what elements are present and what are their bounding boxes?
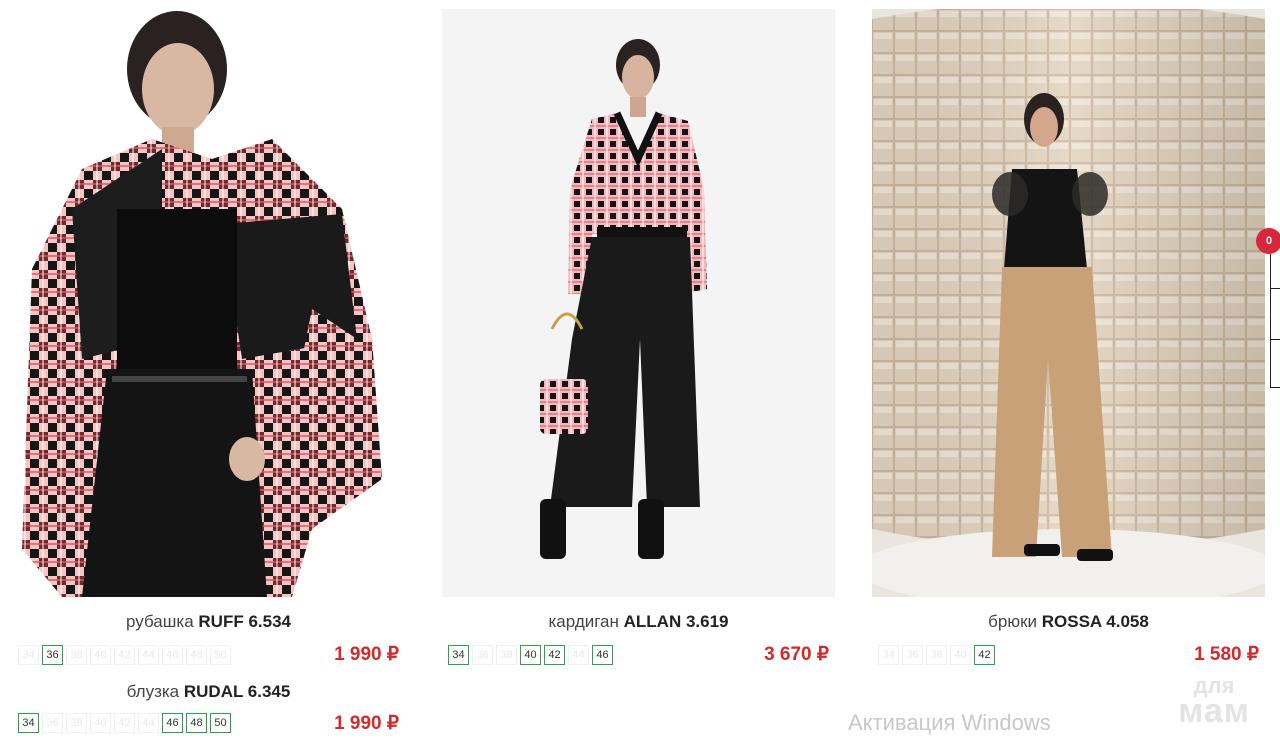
size-option-44[interactable]: 44	[568, 645, 589, 665]
product-name: ROSSA 4.058	[1041, 612, 1149, 631]
size-option-42[interactable]: 42	[114, 713, 135, 733]
size-option-34[interactable]: 34	[18, 713, 39, 733]
size-option-40[interactable]: 40	[520, 645, 541, 665]
size-option-50[interactable]: 50	[210, 645, 231, 665]
product-price-allan: 3 670 ₽	[764, 644, 829, 665]
side-panel-edge[interactable]	[1270, 254, 1280, 388]
windows-activation-notice: Активация Windows	[848, 710, 1051, 735]
size-option-42[interactable]: 42	[544, 645, 565, 665]
product-photo[interactable]	[872, 9, 1265, 597]
size-option-48[interactable]: 48	[186, 713, 207, 733]
product-price-ruff: 1 990 ₽	[334, 644, 399, 665]
size-option-38[interactable]: 38	[66, 713, 87, 733]
size-option-46[interactable]: 46	[162, 713, 183, 733]
size-option-42[interactable]: 42	[974, 645, 995, 665]
size-option-50[interactable]: 50	[210, 713, 231, 733]
size-list-allan: 34 36 38 40 42 44 46	[448, 645, 613, 665]
size-option-38[interactable]: 38	[66, 645, 87, 665]
product-price-rudal: 1 990 ₽	[334, 713, 399, 734]
product-photo[interactable]	[442, 9, 835, 597]
size-option-36[interactable]: 36	[42, 645, 63, 665]
size-option-36[interactable]: 36	[42, 713, 63, 733]
product-name: RUDAL 6.345	[183, 682, 291, 701]
size-option-40[interactable]: 40	[90, 713, 111, 733]
product-title-ruff[interactable]: рубашка RUFF 6.534	[12, 612, 405, 632]
size-option-42[interactable]: 42	[114, 645, 135, 665]
product-name: ALLAN 3.619	[623, 612, 729, 631]
product-photo[interactable]	[12, 9, 405, 597]
size-option-36[interactable]: 36	[902, 645, 923, 665]
product-title-allan[interactable]: кардиган ALLAN 3.619	[442, 612, 835, 632]
product-category: рубашка	[126, 612, 194, 631]
size-list-rudal: 34 36 38 40 42 44 46 48 50	[18, 713, 231, 733]
size-option-46[interactable]: 46	[592, 645, 613, 665]
size-option-48[interactable]: 48	[186, 645, 207, 665]
product-price-rossa: 1 580 ₽	[1194, 644, 1259, 665]
size-option-44[interactable]: 44	[138, 645, 159, 665]
size-list-rossa: 34 36 38 40 42	[878, 645, 995, 665]
size-list-ruff: 34 36 38 40 42 44 46 48 50	[18, 645, 231, 665]
product-category: блузка	[126, 682, 180, 701]
size-option-38[interactable]: 38	[496, 645, 517, 665]
product-name: RUFF 6.534	[198, 612, 291, 631]
size-option-38[interactable]: 38	[926, 645, 947, 665]
product-category: кардиган	[548, 612, 619, 631]
cart-count-badge[interactable]: 0	[1256, 228, 1280, 254]
product-category: брюки	[988, 612, 1038, 631]
site-watermark-logo: для мам	[1166, 675, 1262, 730]
product-title-rudal[interactable]: блузка RUDAL 6.345	[12, 682, 405, 702]
size-option-34[interactable]: 34	[18, 645, 39, 665]
size-option-40[interactable]: 40	[90, 645, 111, 665]
size-option-34[interactable]: 34	[878, 645, 899, 665]
watermark-line-2: мам	[1178, 691, 1250, 730]
size-option-40[interactable]: 40	[950, 645, 971, 665]
size-option-34[interactable]: 34	[448, 645, 469, 665]
product-title-rossa[interactable]: брюки ROSSA 4.058	[872, 612, 1265, 632]
size-option-44[interactable]: 44	[138, 713, 159, 733]
size-option-36[interactable]: 36	[472, 645, 493, 665]
size-option-46[interactable]: 46	[162, 645, 183, 665]
